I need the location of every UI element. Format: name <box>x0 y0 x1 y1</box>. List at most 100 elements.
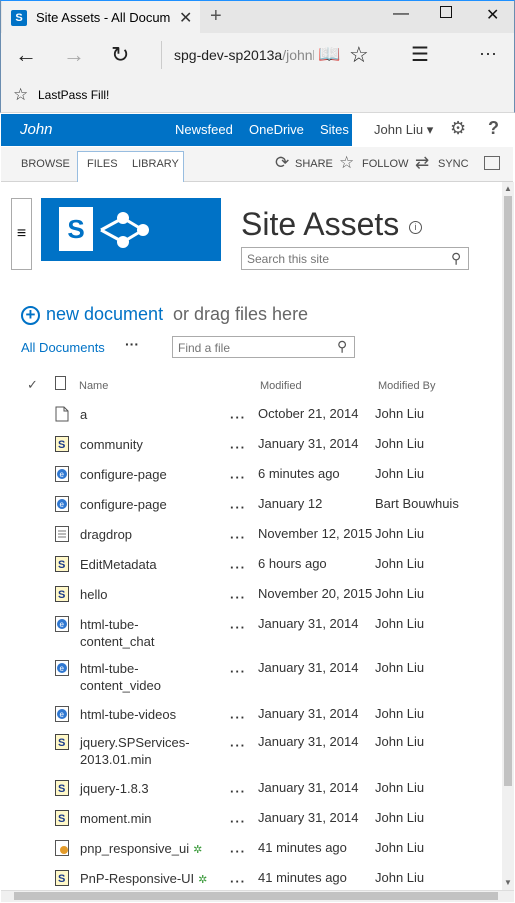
user-menu[interactable]: John Liu ▾ <box>374 122 433 138</box>
file-name-link[interactable]: jquery-1.8.3 <box>80 780 149 797</box>
close-tab-icon[interactable]: ✕ <box>179 8 192 28</box>
item-menu-ellipsis[interactable]: ··· <box>230 814 246 829</box>
file-name-link[interactable]: PnP-Responsive-UI ✲ <box>80 870 207 889</box>
item-menu-ellipsis[interactable]: ··· <box>230 470 246 485</box>
modified-by-link[interactable]: John Liu <box>375 556 424 571</box>
table-row[interactable]: Shello ··· November 20, 2015 John Liu <box>0 586 490 616</box>
table-row[interactable]: e html-tube-videos ··· January 31, 2014 John… <box>0 706 490 736</box>
modified-by-link[interactable]: John Liu <box>375 734 424 749</box>
table-row[interactable]: dragdrop ··· November 12, 2015 John Liu <box>0 526 490 556</box>
modified-by-link[interactable]: John Liu <box>375 466 424 481</box>
table-row[interactable]: a ··· October 21, 2014 John Liu <box>0 406 490 436</box>
file-name-link[interactable]: pnp_responsive_ui ✲ <box>80 840 202 859</box>
search-icon[interactable]: ⚲ <box>337 338 347 355</box>
file-name-link[interactable]: configure-page <box>80 496 167 513</box>
table-row[interactable]: e html-tube- content_video ··· January 31, … <box>0 660 490 693</box>
scroll-down-icon[interactable]: ▼ <box>504 878 512 887</box>
file-name-link[interactable]: jquery.SPServices- 2013.01.min <box>80 734 190 768</box>
column-header-modified[interactable]: Modified <box>260 380 302 392</box>
gear-icon[interactable]: ⚙ <box>450 118 466 139</box>
item-menu-ellipsis[interactable]: ··· <box>230 620 246 635</box>
item-menu-ellipsis[interactable]: ··· <box>230 560 246 575</box>
table-row[interactable]: e configure-page ··· January 12 Bart Bouwhui… <box>0 496 490 526</box>
hub-icon[interactable]: ☰ <box>411 42 429 67</box>
file-name-link[interactable]: html-tube- content_video <box>80 660 161 694</box>
file-name-link[interactable]: EditMetadata <box>80 556 157 573</box>
focus-on-content-icon[interactable] <box>484 156 500 170</box>
ribbon-tab-library[interactable]: LIBRARY <box>132 158 179 170</box>
help-icon[interactable]: ? <box>488 118 499 139</box>
sync-icon[interactable]: ⇄ <box>415 153 429 173</box>
new-tab-icon[interactable]: + <box>210 5 222 28</box>
modified-by-link[interactable]: John Liu <box>375 586 424 601</box>
column-header-name[interactable]: Name <box>79 380 108 392</box>
find-file-box[interactable]: ⚲ <box>172 336 368 358</box>
vertical-scrollbar-thumb[interactable] <box>504 196 512 786</box>
horizontal-scrollbar-thumb[interactable] <box>14 892 498 900</box>
modified-by-link[interactable]: Bart Bouwhuis <box>375 496 459 511</box>
table-row[interactable]: Sjquery.SPServices- 2013.01.min ··· Januar… <box>0 734 490 767</box>
table-row[interactable]: e configure-page ··· 6 minutes ago John Liu <box>0 466 490 496</box>
browser-tab[interactable]: S Site Assets - All Documents ✕ <box>2 1 200 34</box>
item-menu-ellipsis[interactable]: ··· <box>230 710 246 725</box>
info-icon[interactable]: i <box>409 221 422 234</box>
site-search-input[interactable] <box>247 252 437 266</box>
search-icon[interactable]: ⚲ <box>451 250 461 267</box>
site-logo[interactable]: S <box>41 198 221 261</box>
file-name-link[interactable]: dragdrop <box>80 526 132 543</box>
modified-by-link[interactable]: John Liu <box>375 780 424 795</box>
share-icon[interactable]: ⟳ <box>275 153 289 173</box>
table-row[interactable]: Sjquery-1.8.3 ··· January 31, 2014 John Liu <box>0 780 490 810</box>
modified-by-link[interactable]: John Liu <box>375 436 424 451</box>
table-row[interactable]: S EditMetadata ··· 6 hours ago John Liu <box>0 556 490 586</box>
table-row[interactable]: Smoment.min ··· January 31, 2014 John Liu <box>0 810 490 840</box>
suite-link-newsfeed[interactable]: Newsfeed <box>175 122 233 137</box>
modified-by-link[interactable]: John Liu <box>375 706 424 721</box>
item-menu-ellipsis[interactable]: ··· <box>230 784 246 799</box>
back-arrow-icon[interactable]: ← <box>15 42 37 68</box>
table-row[interactable]: e html-tube- content_chat ··· January 31, 2… <box>0 616 490 649</box>
follow-button[interactable]: FOLLOW <box>362 158 408 170</box>
file-name-link[interactable]: hello <box>80 586 107 603</box>
item-menu-ellipsis[interactable]: ··· <box>230 530 246 545</box>
select-all-checkmark-icon[interactable]: ✓ <box>27 377 38 393</box>
ribbon-tab-files[interactable]: FILES <box>87 158 118 170</box>
favorites-star-icon[interactable]: ☆ <box>349 42 369 68</box>
suite-brand[interactable]: John <box>20 121 53 138</box>
modified-by-link[interactable]: John Liu <box>375 810 424 825</box>
modified-by-link[interactable]: John Liu <box>375 660 424 675</box>
file-name-link[interactable]: community <box>80 436 143 453</box>
modified-by-link[interactable]: John Liu <box>375 870 424 885</box>
more-actions-icon[interactable]: ··· <box>479 43 497 64</box>
file-name-link[interactable]: a <box>80 406 87 423</box>
quick-launch-toggle-icon[interactable]: ≡ <box>11 198 32 270</box>
maximize-icon[interactable] <box>440 6 452 18</box>
share-button[interactable]: SHARE <box>295 158 333 170</box>
table-row[interactable]: pnp_responsive_ui ✲ ··· 41 minutes ago John … <box>0 840 490 870</box>
modified-by-link[interactable]: John Liu <box>375 840 424 855</box>
suite-link-sites[interactable]: Sites <box>320 122 349 137</box>
item-menu-ellipsis[interactable]: ··· <box>230 440 246 455</box>
modified-by-link[interactable]: John Liu <box>375 526 424 541</box>
sync-button[interactable]: SYNC <box>438 158 469 170</box>
column-header-modified-by[interactable]: Modified By <box>378 380 435 392</box>
item-menu-ellipsis[interactable]: ··· <box>230 874 246 889</box>
scroll-up-icon[interactable]: ▲ <box>504 184 512 193</box>
item-menu-ellipsis[interactable]: ··· <box>230 844 246 859</box>
file-name-link[interactable]: moment.min <box>80 810 152 827</box>
item-menu-ellipsis[interactable]: ··· <box>230 590 246 605</box>
add-icon[interactable]: + <box>21 306 40 325</box>
suite-link-onedrive[interactable]: OneDrive <box>249 122 304 137</box>
view-options-ellipsis[interactable]: ··· <box>125 336 139 352</box>
view-all-documents[interactable]: All Documents <box>21 340 105 355</box>
ribbon-tab-browse[interactable]: BROWSE <box>21 158 70 170</box>
close-window-icon[interactable]: ✕ <box>486 5 499 25</box>
modified-by-link[interactable]: John Liu <box>375 406 424 421</box>
follow-star-icon[interactable]: ☆ <box>339 153 354 173</box>
forward-arrow-icon[interactable]: → <box>63 42 85 68</box>
file-name-link[interactable]: html-tube-videos <box>80 706 176 723</box>
reading-view-icon[interactable]: 📖 <box>318 44 340 65</box>
item-menu-ellipsis[interactable]: ··· <box>230 664 246 679</box>
refresh-icon[interactable]: ↻ <box>111 42 129 68</box>
file-name-link[interactable]: html-tube- content_chat <box>80 616 154 650</box>
